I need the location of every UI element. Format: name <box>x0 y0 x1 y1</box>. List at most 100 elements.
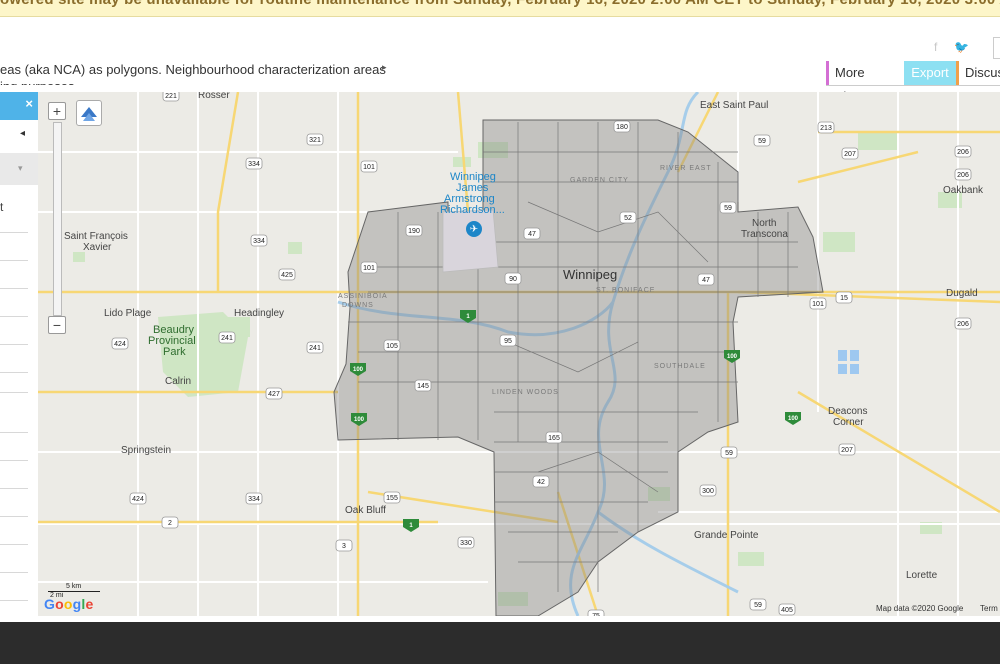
label-garden-city: GARDEN CITY <box>570 177 629 184</box>
route-number: 206 <box>957 149 969 156</box>
zoom-in-button[interactable]: + <box>48 102 66 120</box>
discuss-button[interactable]: Discus <box>956 61 1000 85</box>
list-divider <box>0 316 28 317</box>
label-saint-francois-2: Xavier <box>83 242 112 253</box>
layer-toggle-button[interactable] <box>76 100 102 126</box>
route-number: 207 <box>841 447 853 454</box>
side-panel-header: × <box>0 92 38 120</box>
export-button[interactable]: Export <box>904 61 956 85</box>
zoom-out-button[interactable]: − <box>48 316 66 334</box>
more-views-button[interactable]: More Views <box>826 61 904 104</box>
zoom-control[interactable]: + − <box>48 102 66 334</box>
side-panel-dropdown[interactable]: ▾ <box>0 153 38 185</box>
label-east-saint-paul: East Saint Paul <box>700 100 768 111</box>
route-number: 42 <box>537 479 545 486</box>
list-divider <box>0 488 28 489</box>
water-block <box>838 364 847 374</box>
route-shield: 42 <box>532 475 550 488</box>
route-number: 52 <box>624 215 632 222</box>
route-number: 100 <box>788 416 799 422</box>
route-number: 221 <box>165 93 177 100</box>
map-canvas[interactable]: ✈ Rosser East Saint Paul Oakbank Winnipe… <box>38 92 1000 616</box>
terms-link[interactable]: Term <box>980 604 998 613</box>
route-number: 145 <box>417 383 429 390</box>
route-number: 59 <box>758 138 766 145</box>
route-shield: 334 <box>245 492 263 505</box>
zoom-slider-track[interactable] <box>53 122 62 316</box>
side-panel: × ◂ ▾ t <box>0 92 39 622</box>
list-divider <box>0 372 28 373</box>
list-divider <box>0 432 28 433</box>
label-park-3: Park <box>163 346 186 358</box>
bottom-bar <box>0 622 1000 664</box>
route-number: 101 <box>363 265 375 272</box>
route-shield: 334 <box>250 234 268 247</box>
label-saint-francois-1: Saint François <box>64 231 128 242</box>
label-dugald: Dugald <box>946 288 978 299</box>
list-divider <box>0 288 28 289</box>
route-shield: 207 <box>841 147 859 160</box>
route-number: 425 <box>281 272 293 279</box>
chevron-down-icon: ▾ <box>18 163 23 173</box>
route-number: 206 <box>957 321 969 328</box>
route-number: 165 <box>548 435 560 442</box>
route-shield: 47 <box>697 273 715 286</box>
route-number: 105 <box>386 343 398 350</box>
map-graphic: ✈ Rosser East Saint Paul Oakbank Winnipe… <box>38 92 1000 616</box>
route-shield: 334 <box>245 157 263 170</box>
facebook-icon[interactable]: f <box>934 40 937 54</box>
route-shield: 52 <box>619 211 637 224</box>
route-shield: 59 <box>749 598 767 611</box>
list-divider <box>0 516 28 517</box>
route-number: 47 <box>528 231 536 238</box>
route-number: 3 <box>342 543 346 550</box>
layers-icon <box>81 107 97 121</box>
label-calrin: Calrin <box>165 376 191 387</box>
google-logo[interactable]: Google <box>44 596 93 612</box>
list-divider <box>0 460 28 461</box>
route-number: 241 <box>221 335 233 342</box>
label-lorette: Lorette <box>906 570 938 581</box>
triangle-right-icon[interactable]: ▸ <box>382 62 387 73</box>
water-block <box>850 364 859 374</box>
list-divider <box>0 260 28 261</box>
label-linden-woods: LINDEN WOODS <box>492 389 559 396</box>
route-shield: 47 <box>523 227 541 240</box>
route-number: 90 <box>509 276 517 283</box>
twitter-icon[interactable]: 🐦 <box>954 40 969 54</box>
route-shield: 300 <box>699 484 717 497</box>
search-box-edge[interactable] <box>993 37 1000 59</box>
water-block <box>838 350 847 361</box>
route-shield: 90 <box>504 272 522 285</box>
route-shield: 165 <box>545 431 563 444</box>
route-number: 59 <box>754 602 762 609</box>
route-shield: 101 <box>809 297 827 310</box>
route-number: 2 <box>168 520 172 527</box>
route-number: 424 <box>132 496 144 503</box>
route-shield: 405 <box>778 603 796 616</box>
close-icon[interactable]: × <box>25 96 33 111</box>
route-shield: 2 <box>161 516 179 529</box>
route-number: 424 <box>114 341 126 348</box>
list-divider <box>0 344 28 345</box>
list-divider <box>0 544 28 545</box>
label-lido-plage: Lido Plage <box>104 308 152 319</box>
route-number: 190 <box>408 228 420 235</box>
banner-text: owered site may be unavailable for routi… <box>0 0 1000 8</box>
collapse-icon[interactable]: ◂ <box>20 128 25 139</box>
route-number: 95 <box>504 338 512 345</box>
route-shield: 424 <box>111 337 129 350</box>
label-north-2: Transcona <box>741 229 788 240</box>
label-oak-bluff: Oak Bluff <box>345 505 386 516</box>
route-shield: 241 <box>218 331 236 344</box>
route-shield: 59 <box>753 134 771 147</box>
route-number: 59 <box>725 450 733 457</box>
route-shield: 427 <box>265 387 283 400</box>
header-spacer <box>0 17 1000 39</box>
label-southdale: SOUTHDALE <box>654 363 706 370</box>
label-winnipeg: Winnipeg <box>563 267 617 282</box>
route-number: 334 <box>248 161 260 168</box>
route-shield: 425 <box>278 268 296 281</box>
route-number: 207 <box>844 151 856 158</box>
route-shield: 155 <box>383 491 401 504</box>
